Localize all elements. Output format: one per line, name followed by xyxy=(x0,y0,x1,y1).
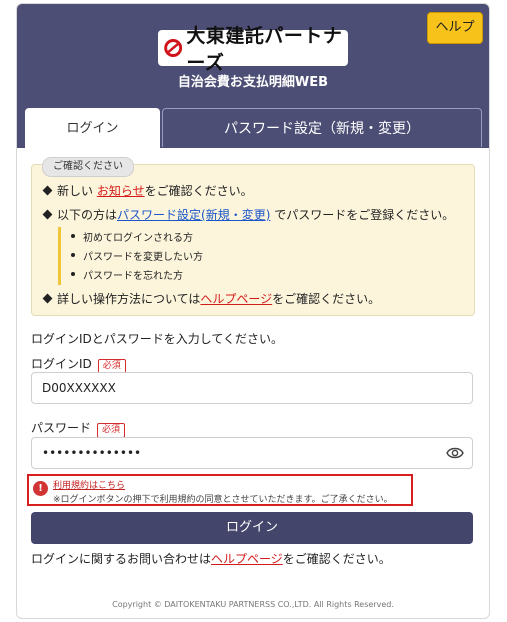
required-badge: 必須 xyxy=(97,423,126,438)
login-card: ヘルプ 大東建託パートナーズ 自治会費お支払明細WEB ログイン パスワード設定… xyxy=(16,3,490,619)
password-setting-link[interactable]: パスワード設定(新規・変更) xyxy=(117,208,270,222)
terms-link[interactable]: 利用規約はこちら xyxy=(53,478,125,491)
eye-icon[interactable] xyxy=(446,445,464,461)
login-id-input[interactable]: D00XXXXXX xyxy=(31,372,473,404)
list-item: 初めてログインされる方 xyxy=(71,229,193,244)
copyright: Copyright © DAITOKENTAKU PARTNERSS CO.,L… xyxy=(112,600,394,609)
logo-mark-icon xyxy=(164,39,183,57)
notice-line-help: 詳しい操作方法についてはヘルプページをご確認ください。 xyxy=(42,290,380,307)
help-page-link[interactable]: ヘルプページ xyxy=(200,292,272,306)
notice-text: をご確認ください。 xyxy=(144,184,253,198)
notice-text: 詳しい操作方法については xyxy=(57,292,201,306)
diamond-bullet-icon xyxy=(42,185,53,196)
company-logo: 大東建託パートナーズ xyxy=(158,25,348,74)
contact-help-link[interactable]: ヘルプページ xyxy=(211,552,283,566)
notice-line-news: 新しい お知らせをご確認ください。 xyxy=(42,182,253,199)
logo-text: 大東建託パートナーズ xyxy=(186,25,343,74)
notice-box: ご確認ください 新しい お知らせをご確認ください。 以下の方はパスワード設定(新… xyxy=(31,157,475,316)
header: ヘルプ 大東建託パートナーズ 自治会費お支払明細WEB ログイン パスワード設定… xyxy=(17,4,489,148)
password-value: •••••••••••••• xyxy=(42,446,142,460)
list-item: パスワードを変更したい方 xyxy=(71,248,203,263)
notice-text: 新しい xyxy=(57,184,97,198)
terms-note: ※ログインボタンの押下で利用規約の同意とさせていただきます。ご了承ください。 xyxy=(53,495,393,505)
diamond-bullet-icon xyxy=(42,293,53,304)
diamond-bullet-icon xyxy=(42,209,53,220)
terms-notice: ! 利用規約はこちら ※ログインボタンの押下で利用規約の同意とさせていただきます… xyxy=(27,474,413,506)
news-link[interactable]: お知らせ xyxy=(97,184,145,198)
help-button[interactable]: ヘルプ xyxy=(427,12,483,44)
tab-login[interactable]: ログイン xyxy=(25,108,160,148)
contact-text: ログインに関するお問い合わせはヘルプページをご確認ください。 xyxy=(31,552,391,566)
notice-text: でパスワードをご登録ください。 xyxy=(270,208,455,222)
password-label: パスワード 必須 xyxy=(31,419,126,438)
page-subtitle: 自治会費お支払明細WEB xyxy=(177,75,329,90)
login-button[interactable]: ログイン xyxy=(31,512,473,544)
password-input[interactable]: •••••••••••••• xyxy=(31,437,473,469)
notice-line-password: 以下の方はパスワード設定(新規・変更) でパスワードをご登録ください。 xyxy=(42,206,454,223)
form-instruction: ログインIDとパスワードを入力してください。 xyxy=(31,332,284,346)
notice-sub-list: 初めてログインされる方 パスワードを変更したい方 パスワードを忘れた方 xyxy=(58,227,241,285)
alert-icon: ! xyxy=(33,481,48,496)
notice-text: 以下の方は xyxy=(57,208,118,222)
notice-tag: ご確認ください xyxy=(42,157,134,177)
list-item: パスワードを忘れた方 xyxy=(71,267,183,282)
notice-text: をご確認ください。 xyxy=(272,292,381,306)
tab-password-setting[interactable]: パスワード設定（新規・変更） xyxy=(162,108,482,147)
